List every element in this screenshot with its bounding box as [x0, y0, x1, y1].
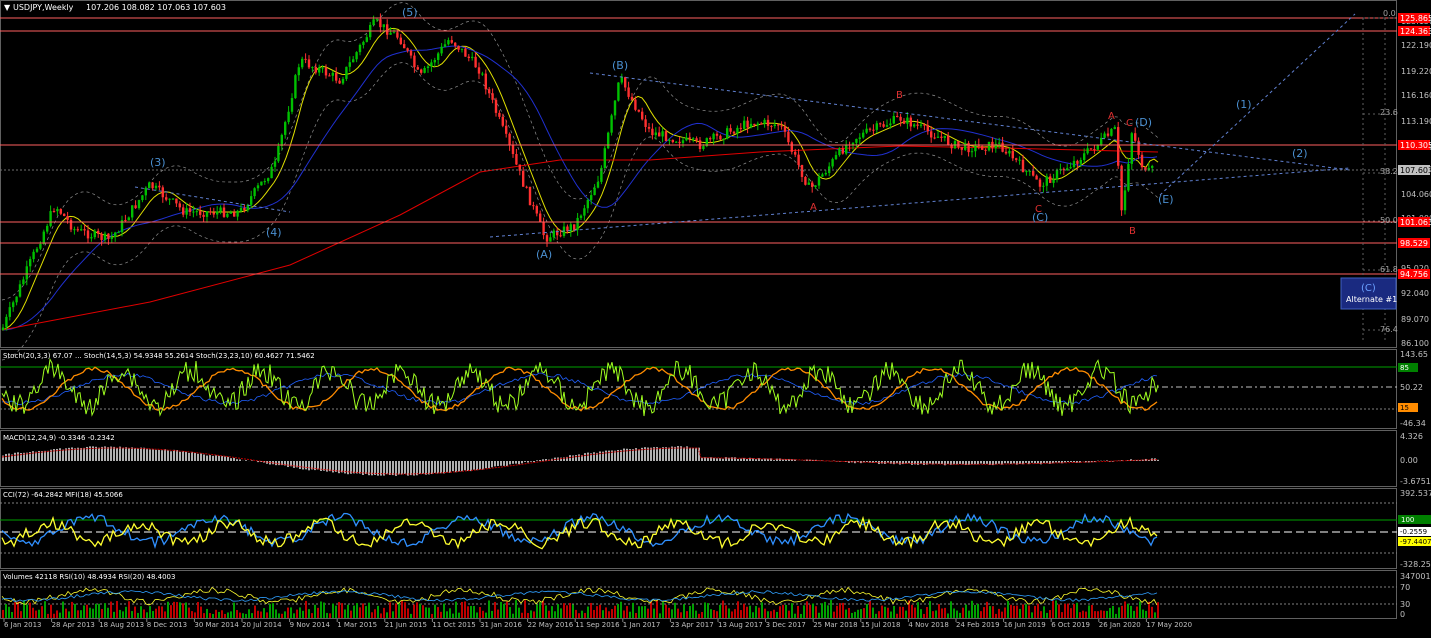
wave-label-3: (3) [150, 156, 166, 169]
rsi-scale-30: 30 [1400, 600, 1410, 609]
alternate-count-box[interactable]: (C) Alternate #1 [1341, 278, 1397, 309]
price-scale-label: 86.100 [1401, 339, 1429, 348]
time-axis-label: 24 Feb 2019 [956, 621, 1000, 629]
time-axis-label: 15 Jul 2018 [861, 621, 901, 629]
stoch-scale-top: 143.65 [1400, 350, 1428, 359]
fibo-label-382: 38.2 [1380, 167, 1398, 176]
stoch-tag-15: 15 [1400, 404, 1409, 412]
price-tag: 101.063 [1400, 218, 1431, 227]
time-axis-label: 8 Dec 2013 [147, 621, 187, 629]
cci-tag-value: -0.2559 [1400, 528, 1427, 536]
macd-scale-top: 4.326 [1400, 432, 1423, 441]
time-axis-label: 11 Sep 2016 [575, 621, 620, 629]
price-tag: 94.756 [1400, 270, 1428, 279]
mfi-tag-value: -97.4407 [1400, 538, 1431, 546]
cci-title: CCI(72) -64.2842 MFI(18) 45.5066 [3, 491, 123, 499]
subwave-label-a-low: A [810, 202, 817, 213]
price-scale-label: 122.190 [1401, 41, 1431, 50]
price-scale-label: 116.160 [1401, 91, 1431, 100]
subwave-label-c-red: C [1035, 204, 1042, 215]
price-tag: 124.363 [1400, 27, 1431, 36]
symbol-dropdown-icon[interactable]: ▼ [4, 3, 11, 12]
fibo-label-764: 76.4 [1380, 325, 1398, 334]
cci-scale-top: 392.537 [1400, 489, 1431, 498]
volume-title: Volumes 42118 RSI(10) 48.4934 RSI(20) 48… [3, 573, 175, 581]
time-axis-label: 1 Mar 2015 [337, 621, 377, 629]
volume-scale-top: 3470015 [1400, 572, 1431, 581]
fibo-label-618: 61.8 [1380, 265, 1398, 274]
wave-label-5: (5) [402, 6, 418, 19]
time-axis-label: 3 Dec 2017 [766, 621, 806, 629]
time-axis-label: 23 Apr 2017 [670, 621, 713, 629]
subwave-label-b-red: B [1129, 226, 1136, 237]
time-axis-label: 22 May 2016 [528, 621, 574, 629]
time-axis-label: 25 Mar 2018 [813, 621, 857, 629]
wave-label-D: (D) [1135, 116, 1152, 129]
wave-label-1: (1) [1236, 98, 1252, 111]
rsi-scale-70: 70 [1400, 583, 1410, 592]
wave-label-2: (2) [1292, 147, 1308, 160]
trading-chart[interactable]: 0.0 23.6 38.2 50.0 61.8 76.4 (3) (4) (5)… [0, 0, 1431, 634]
time-axis-label: 31 Jan 2016 [480, 621, 523, 629]
stoch-scale-mid: 50.22 [1400, 383, 1423, 392]
time-axis-label: 18 Aug 2013 [99, 621, 144, 629]
chart-header: ▼ USDJPY,Weekly 107.206 108.082 107.063 … [4, 3, 226, 12]
subwave-label-a: A [1108, 111, 1115, 122]
fibo-label-236: 23.6 [1380, 108, 1398, 117]
time-axis-label: 9 Nov 2014 [290, 621, 331, 629]
subwave-label-c: C [1126, 118, 1133, 129]
macd-title: MACD(12,24,9) -0.3346 -0.2342 [3, 434, 115, 442]
time-axis-label: 6 Jan 2013 [4, 621, 42, 629]
time-axis-label: 20 Jul 2014 [242, 621, 282, 629]
ohlc-values: 107.206 108.082 107.063 107.603 [86, 3, 226, 12]
alternate-wave-label: (C) [1361, 283, 1376, 294]
alternate-label: Alternate #1 [1346, 295, 1397, 304]
time-axis-label: 16 Jun 2019 [1004, 621, 1046, 629]
price-scale-label: 113.190 [1401, 117, 1431, 126]
fibo-label-500: 50.0 [1380, 216, 1398, 225]
time-axis-label: 6 Oct 2019 [1051, 621, 1090, 629]
wave-label-A: (A) [536, 248, 552, 261]
time-axis-label: 30 Mar 2014 [194, 621, 239, 629]
subwave-label-b: B [896, 90, 903, 101]
stoch-scale-bottom: -46.34 [1400, 419, 1426, 428]
wave-label-E: (E) [1158, 193, 1174, 206]
price-scale-label: 92.040 [1401, 289, 1429, 298]
time-axis-label: 21 Jun 2015 [385, 621, 427, 629]
cci-tag-100: 100 [1401, 516, 1414, 524]
price-tag: 98.529 [1400, 239, 1428, 248]
time-axis-label: 4 Nov 2018 [908, 621, 948, 629]
time-axis-label: 28 Apr 2013 [52, 621, 95, 629]
time-axis-label: 1 Jan 2017 [623, 621, 661, 629]
macd-scale-mid: 0.00 [1400, 456, 1418, 465]
symbol-label: USDJPY,Weekly [13, 3, 74, 12]
cci-scale-bottom: -328.2556 [1400, 560, 1431, 569]
time-axis-label: 13 Aug 2017 [718, 621, 763, 629]
price-scale-label: 104.060 [1401, 190, 1431, 199]
price-tag: 125.865 [1400, 14, 1431, 23]
time-axis: 6 Jan 2013 28 Apr 2013 18 Aug 20138 Dec 20… [4, 619, 1192, 629]
price-scale-label: 119.220 [1401, 67, 1431, 76]
price-tag: 110.305 [1400, 141, 1431, 150]
fibo-label-0: 0.0 [1383, 9, 1396, 18]
time-axis-label: 26 Jan 2020 [1099, 621, 1141, 629]
time-axis-label: 17 May 2020 [1146, 621, 1192, 629]
stoch-tag-85: 85 [1400, 364, 1409, 372]
price-tag: 107.603 [1400, 166, 1431, 175]
volume-scale-0: 0 [1400, 610, 1405, 619]
price-scale-label: 89.070 [1401, 315, 1429, 324]
macd-scale-bottom: -3.6751 [1400, 477, 1431, 486]
time-axis-label: 11 Oct 2015 [432, 621, 475, 629]
wave-label-B: (B) [612, 59, 628, 72]
wave-label-4: (4) [266, 226, 282, 239]
stoch-title: Stoch(20,3,3) 67.07 ... Stoch(14,5,3) 54… [3, 352, 315, 360]
